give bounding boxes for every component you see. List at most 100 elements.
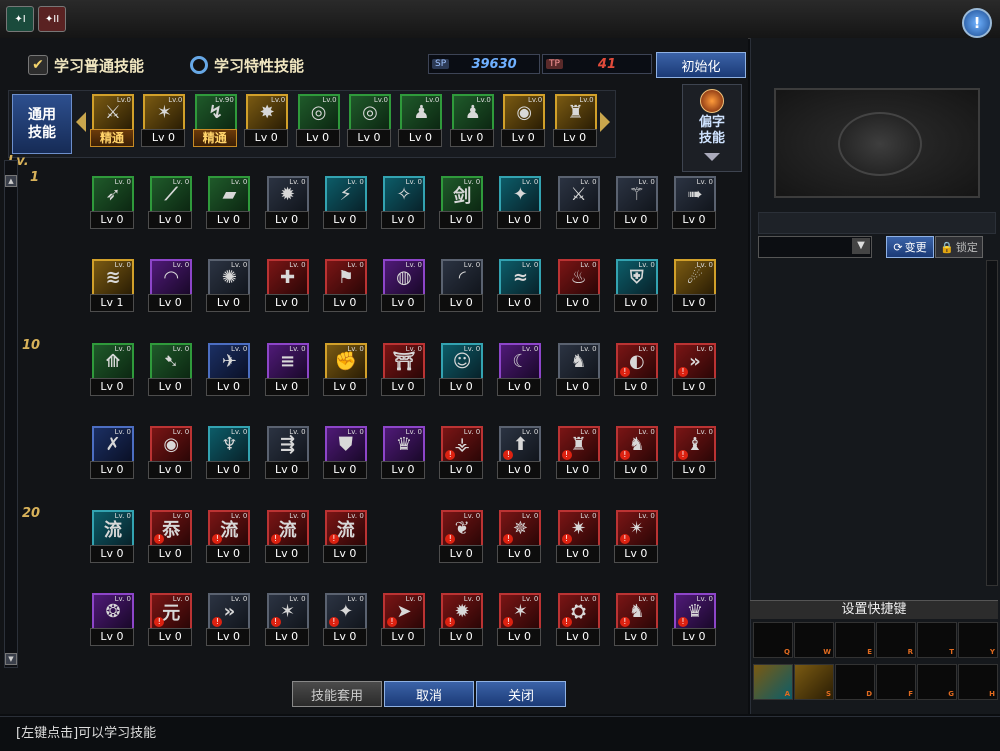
skill-slot[interactable]: ♆ Lv. 0 Lv 0 [205, 425, 251, 483]
shortcut-slot[interactable]: W [794, 622, 834, 658]
skill-slot[interactable]: 流 Lv. 0! Lv 0 [264, 509, 310, 567]
skill-slot[interactable]: ✈ Lv. 0 Lv 0 [205, 342, 251, 400]
skill-slot[interactable]: ♞ Lv. 0 Lv 0 [555, 342, 601, 400]
skill-slot[interactable]: ➠ Lv. 0 Lv 0 [671, 175, 717, 233]
lock-button[interactable]: 🔒 锁定 [935, 236, 983, 258]
skill-slot[interactable]: ⚑ Lv. 0 Lv 0 [322, 258, 368, 316]
mode-normal-skill[interactable]: ✔ 学习普通技能 [28, 52, 144, 78]
skill-slot[interactable]: ⚚ Lv. 0 Lv 0 [613, 175, 659, 233]
common-skill-slot[interactable]: ✶ Lv.0 Lv 0 [140, 93, 186, 151]
skill-slot[interactable]: » Lv. 0! Lv 0 [671, 342, 717, 400]
skill-slot[interactable]: ✷ Lv. 0! Lv 0 [555, 509, 601, 567]
change-button[interactable]: ⟳ 变更 [886, 236, 934, 258]
tab-skill-2[interactable]: ✦II [38, 6, 66, 32]
skill-slot[interactable]: ❂ Lv. 0 Lv 0 [89, 592, 135, 650]
reset-button[interactable]: 初始化 [656, 52, 746, 78]
skill-slot[interactable]: ☄ Lv. 0 Lv 0 [671, 258, 717, 316]
side-skill-tab[interactable]: 偏字 技能 [682, 84, 742, 172]
shortcut-slot[interactable]: A [753, 664, 793, 700]
skill-slot[interactable]: ◉ Lv. 0 Lv 0 [147, 425, 193, 483]
level-scrollbar[interactable]: ▲ ▼ [4, 160, 18, 668]
skill-slot[interactable]: ≡ Lv. 0 Lv 0 [264, 342, 310, 400]
skill-slot[interactable]: ♞ Lv. 0! Lv 0 [613, 592, 659, 650]
skill-slot[interactable]: ✦ Lv. 0! Lv 0 [322, 592, 368, 650]
skill-slot[interactable]: ◠ Lv. 0 Lv 0 [147, 258, 193, 316]
common-skill-tab[interactable]: 通用 技能 [12, 94, 72, 154]
common-skill-slot[interactable]: ♟ Lv.0 Lv 0 [449, 93, 495, 151]
skill-slot[interactable]: ✵ Lv. 0! Lv 0 [496, 509, 542, 567]
skill-slot[interactable]: ⛭ Lv. 0! Lv 0 [555, 592, 601, 650]
strip-left-arrow-icon[interactable] [76, 112, 86, 132]
close-button[interactable]: 关闭 [476, 681, 566, 707]
tab-skill-1[interactable]: ✦I [6, 6, 34, 32]
skill-slot[interactable]: ➤ Lv. 0! Lv 0 [380, 592, 426, 650]
right-scrollbar[interactable] [986, 260, 998, 586]
shortcut-slot[interactable]: T [917, 622, 957, 658]
skill-slot[interactable]: ☾ Lv. 0 Lv 0 [496, 342, 542, 400]
skill-slot[interactable]: ➶ Lv. 0 Lv 0 [89, 175, 135, 233]
skill-slot[interactable]: ♛ Lv. 0! Lv 0 [671, 592, 717, 650]
skill-slot[interactable]: ➷ Lv. 0 Lv 0 [147, 342, 193, 400]
skill-slot[interactable]: ✶ Lv. 0! Lv 0 [264, 592, 310, 650]
shortcut-slot[interactable]: Y [958, 622, 998, 658]
skill-slot[interactable]: ⬆ Lv. 0! Lv 0 [496, 425, 542, 483]
shortcut-slot[interactable]: D [835, 664, 875, 700]
skill-slot[interactable]: ♞ Lv. 0! Lv 0 [613, 425, 659, 483]
shortcut-slot[interactable]: G [917, 664, 957, 700]
skill-slot[interactable]: ⛩ Lv. 0 Lv 0 [380, 342, 426, 400]
skill-slot[interactable]: ⟰ Lv. 0 Lv 0 [89, 342, 135, 400]
skill-slot[interactable]: 流 Lv. 0! Lv 0 [322, 509, 368, 567]
skill-slot[interactable]: ⚔ Lv. 0 Lv 0 [555, 175, 601, 233]
skill-slot[interactable]: ✴ Lv. 0! Lv 0 [613, 509, 659, 567]
common-skill-slot[interactable]: ◎ Lv.0 Lv 0 [346, 93, 392, 151]
skill-slot[interactable]: ⛊ Lv. 0 Lv 0 [322, 425, 368, 483]
skill-slot[interactable]: 流 Lv. 0 Lv 0 [89, 509, 135, 567]
shortcut-slot[interactable]: S [794, 664, 834, 700]
skill-slot[interactable]: ♜ Lv. 0! Lv 0 [555, 425, 601, 483]
skill-slot[interactable]: ≋ Lv. 0 Lv 1 [89, 258, 135, 316]
skill-slot[interactable]: ◍ Lv. 0 Lv 0 [380, 258, 426, 316]
preset-dropdown[interactable]: ▼ [758, 236, 872, 258]
mode-special-skill[interactable]: 学习特性技能 [190, 52, 304, 78]
skill-slot[interactable]: ✹ Lv. 0 Lv 0 [264, 175, 310, 233]
help-icon[interactable]: ! [962, 8, 992, 38]
scroll-up-icon[interactable]: ▲ [5, 175, 17, 187]
common-skill-slot[interactable]: ↯ Lv.90 精通 [192, 93, 238, 151]
shortcut-slot[interactable]: F [876, 664, 916, 700]
skill-slot[interactable]: » Lv. 0! Lv 0 [205, 592, 251, 650]
skill-slot[interactable]: ♛ Lv. 0 Lv 0 [380, 425, 426, 483]
skill-slot[interactable]: ⚶ Lv. 0! Lv 0 [438, 425, 484, 483]
skill-slot[interactable]: ✶ Lv. 0! Lv 0 [496, 592, 542, 650]
cancel-button[interactable]: 取消 [384, 681, 474, 707]
skill-slot[interactable]: 流 Lv. 0! Lv 0 [205, 509, 251, 567]
skill-slot[interactable]: 忝 Lv. 0! Lv 0 [147, 509, 193, 567]
skill-slot[interactable]: ⚡ Lv. 0 Lv 0 [322, 175, 368, 233]
skill-slot[interactable]: 剑 Lv. 0 Lv 0 [438, 175, 484, 233]
apply-skill-button[interactable]: 技能套用 [292, 681, 382, 707]
skill-slot[interactable]: ◐ Lv. 0! Lv 0 [613, 342, 659, 400]
shortcut-slot[interactable]: R [876, 622, 916, 658]
shortcut-slot[interactable]: E [835, 622, 875, 658]
skill-slot[interactable]: ♨ Lv. 0 Lv 0 [555, 258, 601, 316]
skill-slot[interactable]: ✹ Lv. 0! Lv 0 [438, 592, 484, 650]
skill-slot[interactable]: ▰ Lv. 0 Lv 0 [205, 175, 251, 233]
common-skill-slot[interactable]: ✸ Lv.0 Lv 0 [243, 93, 289, 151]
common-skill-slot[interactable]: ◉ Lv.0 Lv 0 [500, 93, 546, 151]
common-skill-slot[interactable]: ◎ Lv.0 Lv 0 [295, 93, 341, 151]
skill-slot[interactable]: 元 Lv. 0! Lv 0 [147, 592, 193, 650]
skill-slot[interactable]: ⟋ Lv. 0 Lv 0 [147, 175, 193, 233]
common-skill-slot[interactable]: ⚔ Lv.0 精通 [89, 93, 135, 151]
skill-slot[interactable]: ♝ Lv. 0! Lv 0 [671, 425, 717, 483]
common-skill-slot[interactable]: ♟ Lv.0 Lv 0 [397, 93, 443, 151]
scroll-down-icon[interactable]: ▼ [5, 653, 17, 665]
skill-slot[interactable]: ≈ Lv. 0 Lv 0 [496, 258, 542, 316]
skill-slot[interactable]: ✊ Lv. 0 Lv 0 [322, 342, 368, 400]
skill-slot[interactable]: ✗ Lv. 0 Lv 0 [89, 425, 135, 483]
skill-slot[interactable]: ❦ Lv. 0! Lv 0 [438, 509, 484, 567]
skill-slot[interactable]: ⇶ Lv. 0 Lv 0 [264, 425, 310, 483]
skill-slot[interactable]: ◜ Lv. 0 Lv 0 [438, 258, 484, 316]
shortcut-slot[interactable]: Q [753, 622, 793, 658]
common-skill-slot[interactable]: ♜ Lv.0 Lv 0 [552, 93, 598, 151]
skill-slot[interactable]: ☺ Lv. 0 Lv 0 [438, 342, 484, 400]
skill-slot[interactable]: ⛨ Lv. 0 Lv 0 [613, 258, 659, 316]
